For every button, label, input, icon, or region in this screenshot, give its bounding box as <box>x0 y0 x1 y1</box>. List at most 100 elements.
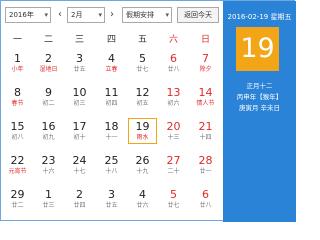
lunar-label: 雨水 <box>136 134 149 141</box>
lunar-label: 廿五 <box>73 66 86 73</box>
panel-lunar-date: 正月十二 <box>246 82 273 90</box>
lunar-label: 十六 <box>42 168 55 175</box>
lunar-label: 初二 <box>42 100 55 107</box>
day-number: 26 <box>135 154 150 167</box>
day-number: 23 <box>41 154 56 167</box>
day-number: 3 <box>108 188 115 201</box>
day-cell[interactable]: 15 初八 <box>3 118 32 144</box>
day-number: 2 <box>45 52 52 65</box>
day-cell[interactable]: 2 廿四 <box>65 186 94 212</box>
lunar-label: 初四 <box>105 100 118 107</box>
day-number: 28 <box>198 154 213 167</box>
day-cell[interactable]: 27 二十 <box>159 152 188 178</box>
day-number: 11 <box>104 86 119 99</box>
day-number: 4 <box>139 188 146 201</box>
day-cell[interactable]: 13 初六 <box>159 84 188 110</box>
panel-date: 2016-02-19 星期五 <box>227 13 292 21</box>
day-number: 6 <box>170 52 177 65</box>
day-cell[interactable]: 5 廿七 <box>128 50 157 76</box>
next-month-button[interactable]: › <box>107 7 117 23</box>
day-cell[interactable]: 11 初四 <box>97 84 126 110</box>
weekday-label: 四 <box>106 35 116 45</box>
day-number: 16 <box>41 120 56 133</box>
day-cell-selected[interactable]: 19 雨水 <box>128 118 157 144</box>
back-to-today-button[interactable]: 返回今天 <box>177 7 219 23</box>
day-number: 10 <box>72 86 87 99</box>
day-cell[interactable]: 28 廿一 <box>191 152 220 178</box>
day-cell[interactable]: 4 立春 <box>97 50 126 76</box>
weekday-header: 一二三四五六日 <box>1 28 223 48</box>
day-number: 5 <box>139 52 146 65</box>
panel-month-day-ganzhi: 庚寅月 辛未日 <box>238 104 281 112</box>
day-cell[interactable]: 7 除夕 <box>191 50 220 76</box>
day-cell[interactable]: 6 廿八 <box>191 186 220 212</box>
day-cell[interactable]: 23 十六 <box>34 152 63 178</box>
day-cell[interactable]: 26 十九 <box>128 152 157 178</box>
day-number: 13 <box>166 86 181 99</box>
lunar-label: 廿七 <box>136 66 149 73</box>
day-number: 4 <box>108 52 115 65</box>
calendar-widget: 2016年 ▾ ‹ 2月 ▾ › 假期安排 ▾ 返回今天 一二三四五六日 1 小年… <box>0 0 296 222</box>
day-number: 19 <box>135 120 150 133</box>
lunar-label: 廿八 <box>199 202 212 209</box>
lunar-label: 十八 <box>105 168 118 175</box>
month-select[interactable]: 2月 ▾ <box>67 7 105 23</box>
calendar-toolbar: 2016年 ▾ ‹ 2月 ▾ › 假期安排 ▾ 返回今天 <box>1 1 223 28</box>
day-cell[interactable]: 29 廿二 <box>3 186 32 212</box>
day-cell[interactable]: 3 廿五 <box>97 186 126 212</box>
day-cell[interactable]: 6 廿八 <box>159 50 188 76</box>
day-number: 7 <box>202 52 209 65</box>
lunar-label: 廿一 <box>199 168 212 175</box>
lunar-label: 初五 <box>136 100 149 107</box>
day-cell[interactable]: 8 春节 <box>3 84 32 110</box>
day-cell[interactable]: 17 初十 <box>65 118 94 144</box>
weekday-label: 五 <box>137 35 147 45</box>
day-cell[interactable]: 10 初三 <box>65 84 94 110</box>
day-cell[interactable]: 12 初五 <box>128 84 157 110</box>
day-number: 9 <box>45 86 52 99</box>
lunar-label: 湿地日 <box>39 66 58 73</box>
day-cell[interactable]: 21 十四 <box>191 118 220 144</box>
prev-month-button[interactable]: ‹ <box>55 7 65 23</box>
day-cell[interactable]: 18 十一 <box>97 118 126 144</box>
lunar-label: 十一 <box>105 134 118 141</box>
lunar-label: 初三 <box>73 100 86 107</box>
day-cell[interactable]: 20 十三 <box>159 118 188 144</box>
day-cell[interactable]: 5 廿七 <box>159 186 188 212</box>
lunar-label: 十七 <box>73 168 86 175</box>
weekday-label: 三 <box>74 35 84 45</box>
lunar-label: 立春 <box>105 66 118 73</box>
lunar-label: 春节 <box>11 100 24 107</box>
day-cell[interactable]: 24 十七 <box>65 152 94 178</box>
day-cell[interactable]: 16 初九 <box>34 118 63 144</box>
day-number: 27 <box>166 154 181 167</box>
day-cell[interactable]: 2 湿地日 <box>34 50 63 76</box>
chevron-down-icon: ▾ <box>44 11 48 19</box>
day-cell[interactable]: 4 廿六 <box>128 186 157 212</box>
weekday-label: 二 <box>43 35 53 45</box>
lunar-label: 二十 <box>167 168 180 175</box>
day-cell[interactable]: 1 廿三 <box>34 186 63 212</box>
lunar-label: 十三 <box>167 134 180 141</box>
day-cell[interactable]: 3 廿五 <box>65 50 94 76</box>
lunar-label: 廿二 <box>11 202 24 209</box>
day-number: 5 <box>170 188 177 201</box>
day-number: 1 <box>14 52 21 65</box>
day-cell[interactable]: 9 初二 <box>34 84 63 110</box>
day-cell[interactable]: 1 小年 <box>3 50 32 76</box>
panel-big-day: 19 <box>236 27 279 71</box>
panel-year-ganzhi: 丙申年【猴年】 <box>236 93 283 101</box>
day-cell[interactable]: 25 十八 <box>97 152 126 178</box>
day-cell[interactable]: 22 元宵节 <box>3 152 32 178</box>
day-grid: 1 小年 2 湿地日 3 廿五 4 立春 5 廿七 6 廿八 7 除夕 8 春节 9 初二 10 初三 11 初四 12 初五… <box>1 48 223 222</box>
day-cell[interactable]: 14 情人节 <box>191 84 220 110</box>
day-number: 3 <box>76 52 83 65</box>
day-number: 12 <box>135 86 150 99</box>
lunar-label: 初八 <box>11 134 24 141</box>
day-number: 25 <box>104 154 119 167</box>
holiday-select[interactable]: 假期安排 ▾ <box>122 7 172 23</box>
chevron-down-icon: ▾ <box>165 11 169 19</box>
lunar-label: 除夕 <box>199 66 212 73</box>
month-select-value: 2月 <box>71 11 83 19</box>
year-select[interactable]: 2016年 ▾ <box>5 7 51 23</box>
